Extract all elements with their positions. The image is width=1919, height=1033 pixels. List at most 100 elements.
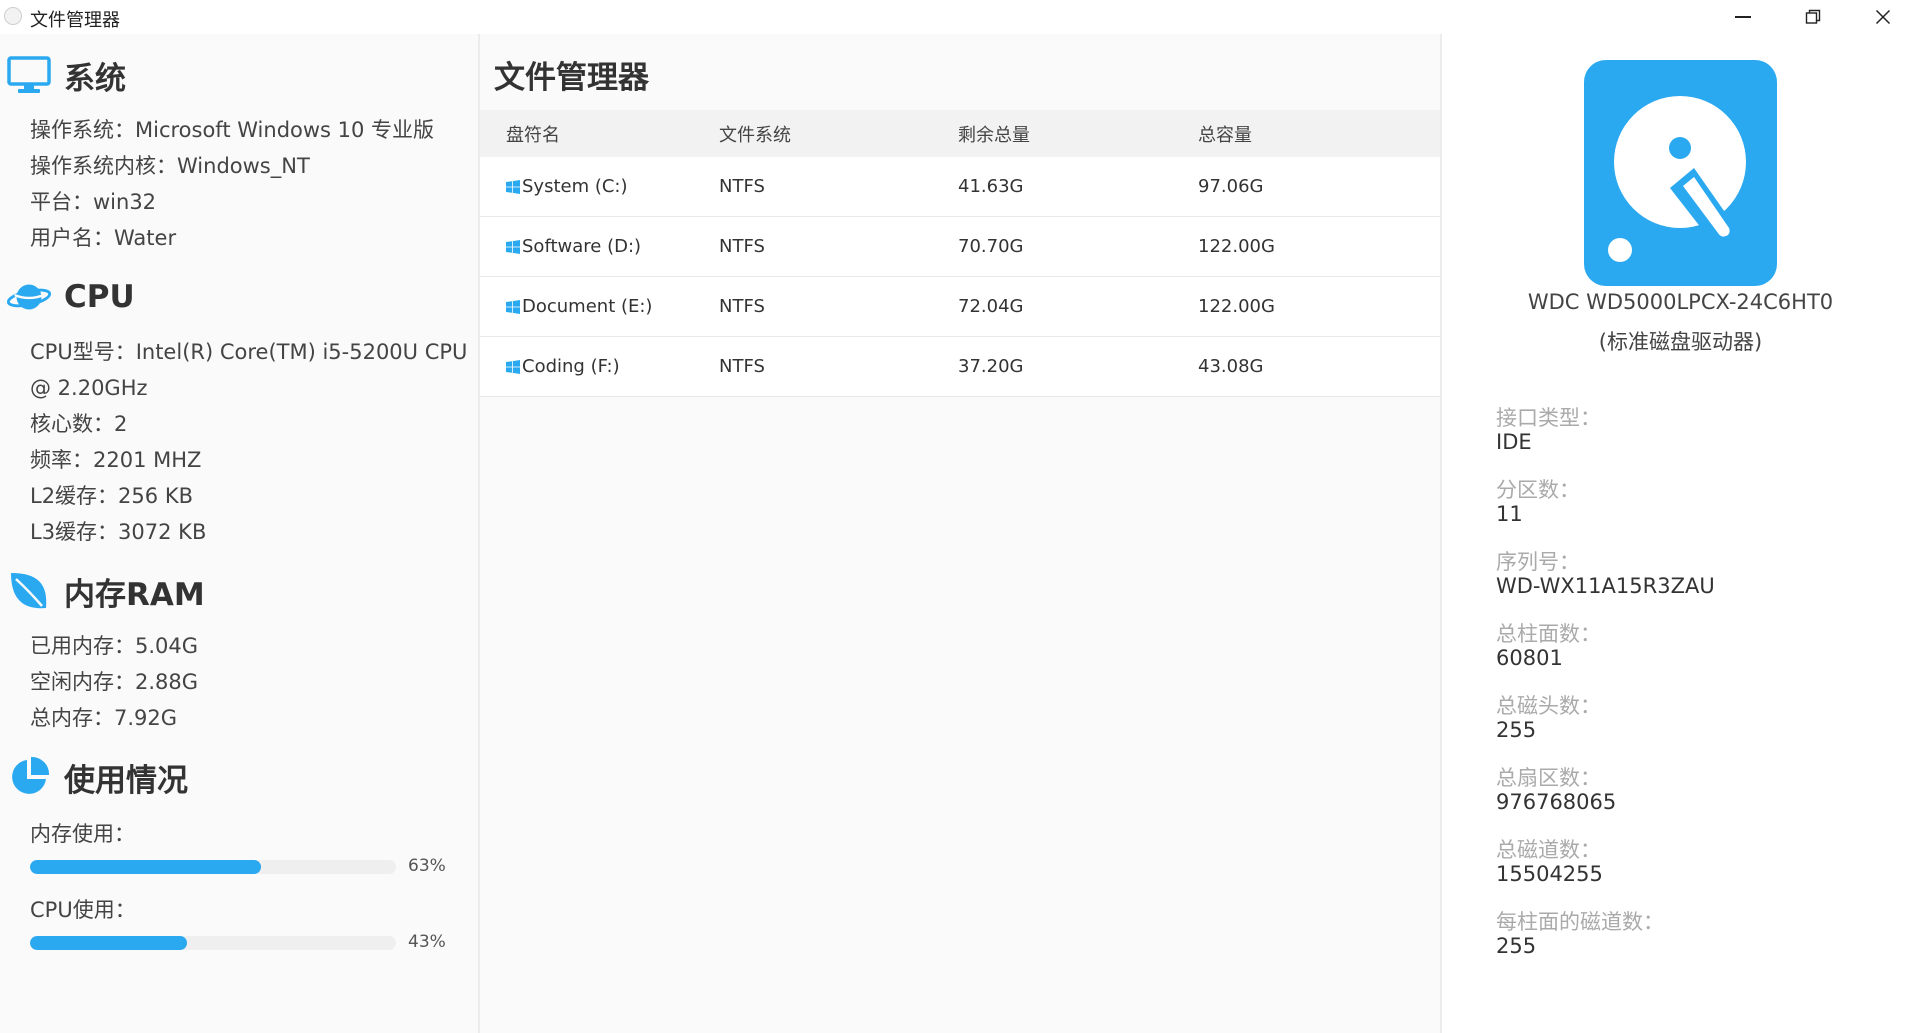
cpu-section-header: CPU (6, 274, 135, 320)
memory-usage-percent: 63% (408, 856, 446, 876)
l2-cache-info: L2缓存：256 KB (30, 484, 193, 508)
drive-name: Software (D:) (522, 236, 642, 257)
drive-name: Coding (F:) (522, 356, 620, 377)
hard-disk-icon (1584, 60, 1777, 286)
total-size-cell: 97.06G (1198, 176, 1264, 197)
minimize-button[interactable] (1708, 0, 1778, 34)
prop-label: 接口类型： (1496, 406, 1601, 430)
close-button[interactable] (1848, 0, 1918, 34)
prop-label: 总磁头数： (1496, 694, 1601, 718)
file-system-cell: NTFS (719, 176, 765, 197)
memory-usage-label: 内存使用： (30, 822, 135, 846)
cpu-usage-bar (30, 936, 396, 950)
table-row[interactable]: Document (E:) NTFS 72.04G 122.00G (480, 277, 1440, 337)
drive-name-cell: Coding (F:) (480, 356, 719, 377)
prop-label: 每柱面的磁道数： (1496, 910, 1664, 934)
prop-label: 总扇区数： (1496, 766, 1601, 790)
maximize-icon (1805, 9, 1821, 24)
drive-name-cell: System (C:) (480, 176, 719, 197)
column-total-size: 总容量 (1198, 124, 1252, 146)
free-memory-info: 空闲内存：2.88G (30, 670, 199, 694)
table-row[interactable]: System (C:) NTFS 41.63G 97.06G (480, 157, 1440, 217)
prop-value: 255 (1496, 718, 1537, 742)
prop-label: 分区数： (1496, 478, 1580, 502)
maximize-button[interactable] (1778, 0, 1848, 34)
prop-label: 序列号： (1496, 550, 1580, 574)
table-row[interactable]: Coding (F:) NTFS 37.20G 43.08G (480, 337, 1440, 397)
cpu-freq-info: 频率：2201 MHZ (30, 448, 202, 472)
monitor-icon (6, 52, 52, 98)
file-system-cell: NTFS (719, 356, 765, 377)
table-header: 盘符名 文件系统 剩余总量 总容量 (480, 110, 1440, 157)
windows-icon (506, 179, 520, 194)
drive-name-cell: Document (E:) (480, 296, 719, 317)
cpu-cores-info: 核心数：2 (30, 412, 128, 436)
prop-value: 976768065 (1496, 790, 1617, 814)
windows-icon (506, 359, 520, 374)
total-size-cell: 122.00G (1198, 296, 1275, 317)
kernel-info: 操作系统内核：Windows_NT (30, 154, 310, 178)
drive-name: System (C:) (522, 176, 628, 197)
window-title: 文件管理器 (30, 10, 120, 31)
cpu-usage-label: CPU使用： (30, 898, 136, 922)
prop-label: 总磁道数： (1496, 838, 1601, 862)
cpu-model-info-cont: @ 2.20GHz (30, 376, 148, 400)
drives-table: 盘符名 文件系统 剩余总量 总容量 System (C:) NTFS 41.63… (480, 110, 1440, 397)
column-drive-name: 盘符名 (506, 124, 560, 146)
cpu-title: CPU (64, 279, 135, 315)
windows-icon (506, 239, 520, 254)
app-icon (4, 7, 22, 25)
free-space-cell: 70.70G (958, 236, 1024, 257)
drive-name-cell: Software (D:) (480, 236, 719, 257)
file-system-cell: NTFS (719, 296, 765, 317)
free-space-cell: 41.63G (958, 176, 1024, 197)
disk-type: (标准磁盘驱动器) (1598, 330, 1763, 354)
used-memory-info: 已用内存：5.04G (30, 634, 199, 658)
close-icon (1875, 9, 1891, 25)
file-system-cell: NTFS (719, 236, 765, 257)
disk-model: WDC WD5000LPCX-24C6HT0 (1527, 290, 1834, 314)
total-memory-info: 总内存：7.92G (30, 706, 178, 730)
drive-name: Document (E:) (522, 296, 653, 317)
memory-usage-fill (30, 860, 261, 874)
column-file-system: 文件系统 (719, 124, 791, 146)
column-free-space: 剩余总量 (958, 124, 1030, 146)
free-space-cell: 37.20G (958, 356, 1024, 377)
prop-value: 60801 (1496, 646, 1563, 670)
system-title: 系统 (64, 60, 126, 97)
cpu-model-info: CPU型号：Intel(R) Core(TM) i5-5200U CPU (30, 340, 468, 364)
title-bar: 文件管理器 (0, 0, 1919, 34)
file-manager-panel: 文件管理器 盘符名 文件系统 剩余总量 总容量 System (C:) NTFS… (480, 34, 1442, 1033)
total-size-cell: 122.00G (1198, 236, 1275, 257)
table-row[interactable]: Software (D:) NTFS 70.70G 122.00G (480, 217, 1440, 277)
prop-label: 总柱面数： (1496, 622, 1601, 646)
cpu-usage-fill (30, 936, 188, 950)
ram-title: 内存RAM (64, 576, 205, 613)
usage-title: 使用情况 (64, 762, 188, 799)
prop-value: 255 (1496, 934, 1537, 958)
total-size-cell: 43.08G (1198, 356, 1264, 377)
table-body: System (C:) NTFS 41.63G 97.06G Software … (480, 157, 1440, 397)
planet-icon (6, 274, 52, 320)
system-info-panel: 系统 操作系统：Microsoft Windows 10 专业版 操作系统内核：… (0, 34, 480, 1033)
prop-value: WD-WX11A15R3ZAU (1496, 574, 1715, 598)
leaf-icon (6, 568, 52, 614)
minimize-icon (1735, 16, 1751, 18)
pie-chart-icon (6, 754, 52, 800)
disk-detail-panel: WDC WD5000LPCX-24C6HT0 (标准磁盘驱动器) 接口类型： I… (1442, 34, 1919, 1033)
prop-value: 15504255 (1496, 862, 1603, 886)
ram-section-header: 内存RAM (6, 568, 205, 614)
platform-info: 平台：win32 (30, 190, 157, 214)
os-info: 操作系统：Microsoft Windows 10 专业版 (30, 118, 435, 142)
windows-icon (506, 299, 520, 314)
prop-value: IDE (1496, 430, 1532, 454)
file-manager-title: 文件管理器 (494, 60, 649, 96)
l3-cache-info: L3缓存：3072 KB (30, 520, 207, 544)
cpu-usage-percent: 43% (408, 932, 446, 952)
usage-section-header: 使用情况 (6, 754, 188, 800)
system-section-header: 系统 (6, 52, 126, 98)
prop-value: 11 (1496, 502, 1523, 526)
memory-usage-bar (30, 860, 396, 874)
username-info: 用户名：Water (30, 226, 177, 250)
free-space-cell: 72.04G (958, 296, 1024, 317)
